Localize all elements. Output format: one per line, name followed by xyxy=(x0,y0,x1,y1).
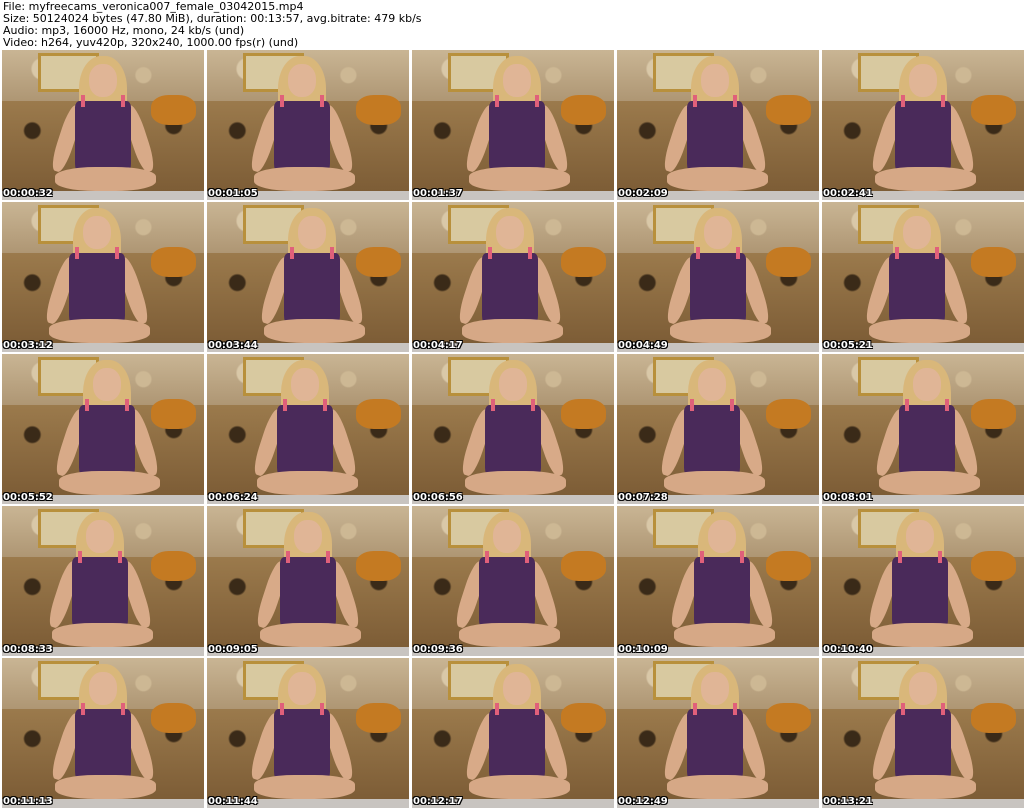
person-figure xyxy=(211,202,409,352)
person-figure xyxy=(617,658,816,808)
video-thumbnail: 00:04:49 xyxy=(617,202,819,352)
person-figure xyxy=(822,50,1024,200)
video-thumbnail: 00:11:13 xyxy=(2,658,204,808)
person-figure xyxy=(2,506,201,656)
video-thumbnail: 00:05:21 xyxy=(822,202,1024,352)
thumbnail-timestamp: 00:12:49 xyxy=(618,796,668,807)
thumbnail-timestamp: 00:08:01 xyxy=(823,492,873,503)
video-thumbnail: 00:06:56 xyxy=(412,354,614,504)
thumbnail-timestamp: 00:00:32 xyxy=(3,188,53,199)
person-figure xyxy=(416,50,614,200)
person-figure xyxy=(2,658,204,808)
thumbnail-timestamp: 00:09:05 xyxy=(208,644,258,655)
video-thumbnail: 00:00:32 xyxy=(2,50,204,200)
thumbnail-timestamp: 00:02:41 xyxy=(823,188,873,199)
video-thumbnail: 00:12:17 xyxy=(412,658,614,808)
person-figure xyxy=(416,658,614,808)
video-thumbnail: 00:13:21 xyxy=(822,658,1024,808)
person-figure xyxy=(207,354,406,504)
thumbnail-timestamp: 00:06:56 xyxy=(413,492,463,503)
video-thumbnail: 00:03:12 xyxy=(2,202,204,352)
thumbnail-timestamp: 00:04:17 xyxy=(413,340,463,351)
video-thumbnail: 00:01:05 xyxy=(207,50,409,200)
thumbnail-timestamp: 00:09:36 xyxy=(413,644,463,655)
video-thumbnail: 00:10:09 xyxy=(617,506,819,656)
thumbnail-timestamp: 00:01:37 xyxy=(413,188,463,199)
video-info-line: Video: h264, yuv420p, 320x240, 1000.00 f… xyxy=(3,36,299,49)
person-figure xyxy=(2,50,204,200)
video-thumbnail: 00:02:09 xyxy=(617,50,819,200)
video-thumbnail: 00:02:41 xyxy=(822,50,1024,200)
thumbnail-timestamp: 00:01:05 xyxy=(208,188,258,199)
video-thumbnail: 00:10:40 xyxy=(822,506,1024,656)
video-thumbnail: 00:04:17 xyxy=(412,202,614,352)
thumbnail-timestamp: 00:08:33 xyxy=(3,644,53,655)
thumbnail-timestamp: 00:12:17 xyxy=(413,796,463,807)
video-thumbnail: 00:11:44 xyxy=(207,658,409,808)
thumbnail-timestamp: 00:11:44 xyxy=(208,796,258,807)
thumbnail-timestamp: 00:10:40 xyxy=(823,644,873,655)
video-thumbnail: 00:08:33 xyxy=(2,506,204,656)
person-figure xyxy=(621,506,819,656)
person-figure xyxy=(412,354,614,504)
video-thumbnail: 00:12:49 xyxy=(617,658,819,808)
video-thumbnail: 00:07:28 xyxy=(617,354,819,504)
person-figure xyxy=(617,354,813,504)
person-figure xyxy=(822,658,1024,808)
thumbnail-timestamp: 00:03:12 xyxy=(3,340,53,351)
video-thumbnail: 00:09:36 xyxy=(412,506,614,656)
file-info-header: File: myfreecams_veronica007_female_0304… xyxy=(0,0,1024,50)
person-figure xyxy=(822,202,1018,352)
person-figure xyxy=(207,506,409,656)
thumbnail-timestamp: 00:05:52 xyxy=(3,492,53,503)
person-figure xyxy=(412,202,611,352)
thumbnail-timestamp: 00:13:21 xyxy=(823,796,873,807)
thumbnail-timestamp: 00:07:28 xyxy=(618,492,668,503)
person-figure xyxy=(412,506,608,656)
person-figure xyxy=(6,354,204,504)
thumbnail-timestamp: 00:04:49 xyxy=(618,340,668,351)
person-figure xyxy=(617,202,819,352)
video-thumbnail: 00:01:37 xyxy=(412,50,614,200)
video-thumbnail: 00:08:01 xyxy=(822,354,1024,504)
person-figure xyxy=(207,50,403,200)
person-figure xyxy=(2,202,198,352)
thumbnail-timestamp: 00:06:24 xyxy=(208,492,258,503)
person-figure xyxy=(826,354,1024,504)
person-figure xyxy=(822,506,1021,656)
video-thumbnail: 00:03:44 xyxy=(207,202,409,352)
video-thumbnail: 00:05:52 xyxy=(2,354,204,504)
video-thumbnail: 00:06:24 xyxy=(207,354,409,504)
thumbnail-timestamp: 00:03:44 xyxy=(208,340,258,351)
person-figure xyxy=(207,658,403,808)
thumbnail-timestamp: 00:11:13 xyxy=(3,796,53,807)
video-thumbnail: 00:09:05 xyxy=(207,506,409,656)
thumbnail-timestamp: 00:05:21 xyxy=(823,340,873,351)
thumbnail-grid: 00:00:32 00:01:05 00:01:37 00:02:09 00:02:41… xyxy=(2,50,1024,808)
person-figure xyxy=(617,50,816,200)
thumbnail-timestamp: 00:02:09 xyxy=(618,188,668,199)
thumbnail-timestamp: 00:10:09 xyxy=(618,644,668,655)
